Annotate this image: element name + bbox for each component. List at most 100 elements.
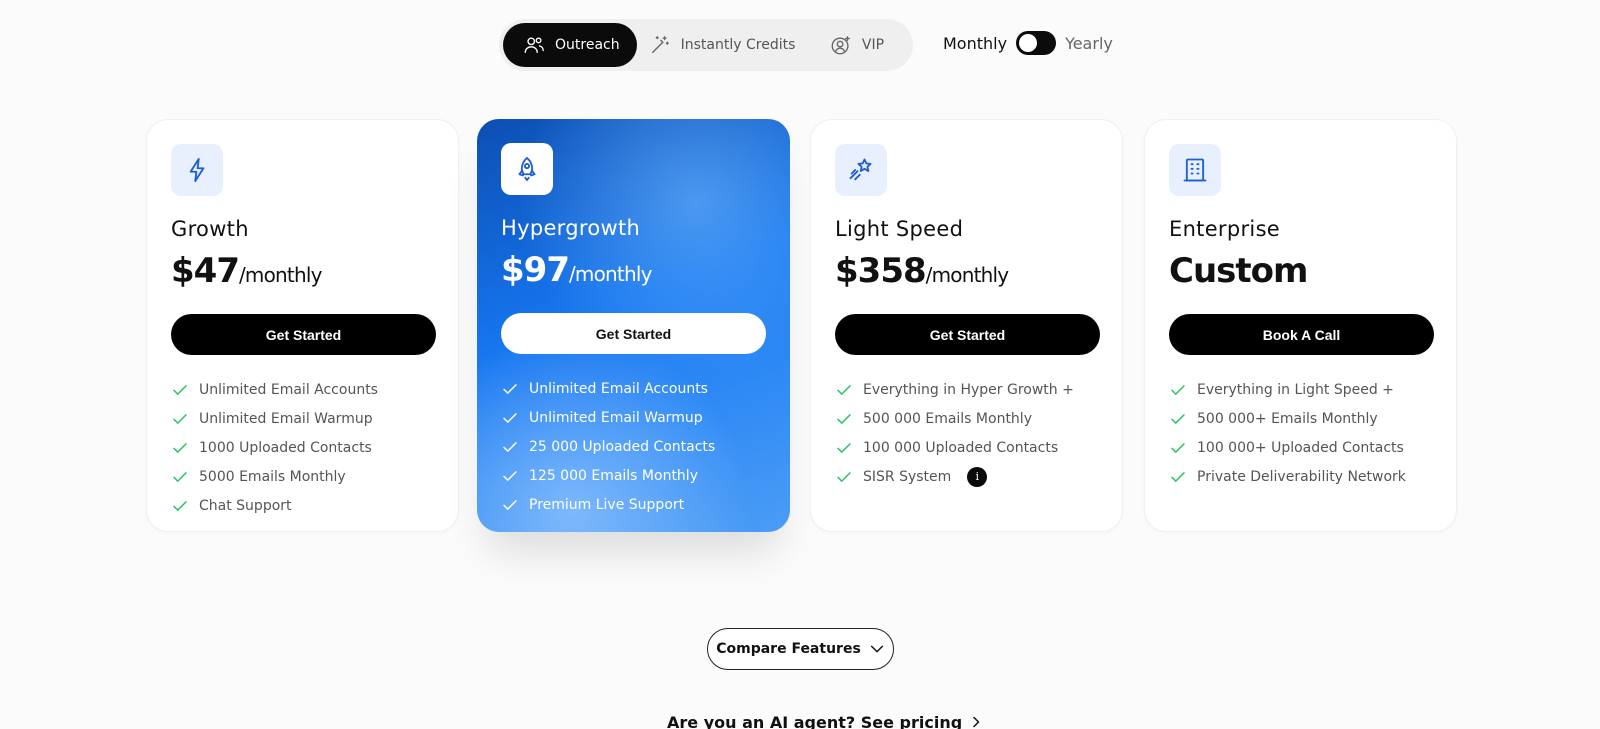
tab-vip[interactable]: VIP xyxy=(807,23,907,67)
billing-toggle-switch[interactable] xyxy=(1016,31,1057,55)
ai-agent-pricing-link[interactable]: Are you an AI agent? See pricing xyxy=(667,711,982,729)
feature-item: 5000 Emails Monthly xyxy=(171,462,434,491)
tab-outreach[interactable]: Outreach xyxy=(503,23,637,67)
check-icon xyxy=(173,442,187,453)
magic-wand-icon xyxy=(651,36,669,54)
feature-text: Unlimited Email Accounts xyxy=(529,380,708,397)
feature-text: 100 000+ Uploaded Contacts xyxy=(1197,439,1404,456)
feature-text: 125 000 Emails Monthly xyxy=(529,467,698,484)
get-started-button[interactable]: Get Started xyxy=(171,314,436,355)
feature-text: 100 000 Uploaded Contacts xyxy=(863,439,1059,456)
check-icon xyxy=(837,471,851,482)
plan-price: $47 /monthly xyxy=(171,251,434,291)
feature-item: 500 000 Emails Monthly xyxy=(835,404,1098,433)
price-amount: $97 xyxy=(501,250,570,290)
check-icon xyxy=(503,470,517,481)
feature-text: Premium Live Support xyxy=(529,496,685,513)
feature-text: Unlimited Email Warmup xyxy=(529,409,703,426)
product-tabs: Outreach Instantly Credits VIP xyxy=(499,19,913,71)
billing-yearly-label[interactable]: Yearly xyxy=(1065,34,1113,53)
feature-text: Unlimited Email Warmup xyxy=(199,410,373,427)
feature-item: 100 000+ Uploaded Contacts xyxy=(1169,433,1432,462)
plan-name: Light Speed xyxy=(835,217,964,241)
check-icon xyxy=(503,383,517,394)
feature-item: Unlimited Email Warmup xyxy=(501,403,766,432)
check-icon xyxy=(1171,413,1185,424)
check-icon xyxy=(173,384,187,395)
feature-text: 25 000 Uploaded Contacts xyxy=(529,438,716,455)
plan-icon-box xyxy=(1169,144,1221,196)
feature-item: Premium Live Support xyxy=(501,490,766,519)
plan-card-growth: Growth $47 /monthly Get Started Unlimite… xyxy=(146,119,459,532)
feature-item: 500 000+ Emails Monthly xyxy=(1169,404,1432,433)
get-started-button[interactable]: Get Started xyxy=(501,313,766,354)
feature-item: Everything in Hyper Growth + xyxy=(835,375,1098,404)
rocket-icon xyxy=(518,156,536,182)
check-icon xyxy=(503,441,517,452)
vip-badge-icon xyxy=(831,36,850,55)
feature-item: Unlimited Email Warmup xyxy=(171,404,434,433)
price-suffix: /monthly xyxy=(238,263,322,287)
feature-item: Unlimited Email Accounts xyxy=(501,374,766,403)
pricing-page: Outreach Instantly Credits VIP Monthly Y… xyxy=(0,0,1600,729)
plan-icon-box xyxy=(835,144,887,196)
check-icon xyxy=(1171,384,1185,395)
feature-text: Everything in Hyper Growth + xyxy=(863,381,1074,398)
plan-name: Growth xyxy=(171,217,249,241)
tab-instantly-credits-label: Instantly Credits xyxy=(680,37,796,53)
check-icon xyxy=(1171,442,1185,453)
get-started-button[interactable]: Get Started xyxy=(835,314,1100,355)
toggle-knob xyxy=(1019,34,1038,52)
feature-item: Unlimited Email Accounts xyxy=(171,375,434,404)
check-icon xyxy=(173,413,187,424)
feature-list: Everything in Light Speed + 500 000+ Ema… xyxy=(1169,375,1432,491)
tab-outreach-label: Outreach xyxy=(555,37,620,53)
feature-item: 1000 Uploaded Contacts xyxy=(171,433,434,462)
ai-agent-pricing-label: Are you an AI agent? See pricing xyxy=(667,712,963,729)
check-icon xyxy=(503,499,517,510)
price-suffix: /monthly xyxy=(568,262,652,286)
compare-features-label: Compare Features xyxy=(716,641,861,657)
feature-text: Chat Support xyxy=(199,497,292,514)
feature-item: Everything in Light Speed + xyxy=(1169,375,1432,404)
users-icon xyxy=(524,37,544,54)
plan-name: Enterprise xyxy=(1169,217,1281,241)
feature-item: Private Deliverability Network xyxy=(1169,462,1432,491)
feature-list: Unlimited Email Accounts Unlimited Email… xyxy=(501,374,766,519)
feature-item: Chat Support xyxy=(171,491,434,520)
plan-name: Hypergrowth xyxy=(501,216,641,240)
feature-text: Everything in Light Speed + xyxy=(1197,381,1394,398)
plan-icon-box xyxy=(501,143,553,195)
feature-text: Private Deliverability Network xyxy=(1197,468,1406,485)
feature-item: 25 000 Uploaded Contacts xyxy=(501,432,766,461)
check-icon xyxy=(837,384,851,395)
feature-text: 1000 Uploaded Contacts xyxy=(199,439,372,456)
feature-text: 5000 Emails Monthly xyxy=(199,468,346,485)
chevron-down-icon xyxy=(870,645,883,653)
price-amount: $47 xyxy=(171,251,240,291)
building-icon xyxy=(1183,158,1207,182)
plan-icon-box xyxy=(171,144,223,196)
chevron-right-icon xyxy=(973,716,980,728)
feature-item: 100 000 Uploaded Contacts xyxy=(835,433,1098,462)
compare-features-button[interactable]: Compare Features xyxy=(707,628,894,670)
plan-price: $97 /monthly xyxy=(501,250,766,290)
feature-text: 500 000+ Emails Monthly xyxy=(1197,410,1378,427)
feature-text: 500 000 Emails Monthly xyxy=(863,410,1032,427)
feature-list: Unlimited Email Accounts Unlimited Email… xyxy=(171,375,434,520)
tab-instantly-credits[interactable]: Instantly Credits xyxy=(637,23,807,67)
billing-monthly-label[interactable]: Monthly xyxy=(943,34,1007,53)
price-amount: Custom xyxy=(1169,251,1308,291)
plan-price: $358 /monthly xyxy=(835,251,1098,291)
check-icon xyxy=(837,413,851,424)
price-amount: $358 xyxy=(835,251,927,291)
plan-card-hypergrowth: Hypergrowth $97 /monthly Get Started Unl… xyxy=(477,119,790,532)
feature-list: Everything in Hyper Growth + 500 000 Ema… xyxy=(835,375,1098,491)
info-icon[interactable]: i xyxy=(967,466,988,487)
tab-vip-label: VIP xyxy=(861,37,885,53)
shooting-star-icon xyxy=(849,158,872,181)
book-a-call-button[interactable]: Book A Call xyxy=(1169,314,1434,355)
plan-card-light-speed: Light Speed $358 /monthly Get Started Ev… xyxy=(810,119,1123,532)
check-icon xyxy=(173,471,187,482)
check-icon xyxy=(837,442,851,453)
